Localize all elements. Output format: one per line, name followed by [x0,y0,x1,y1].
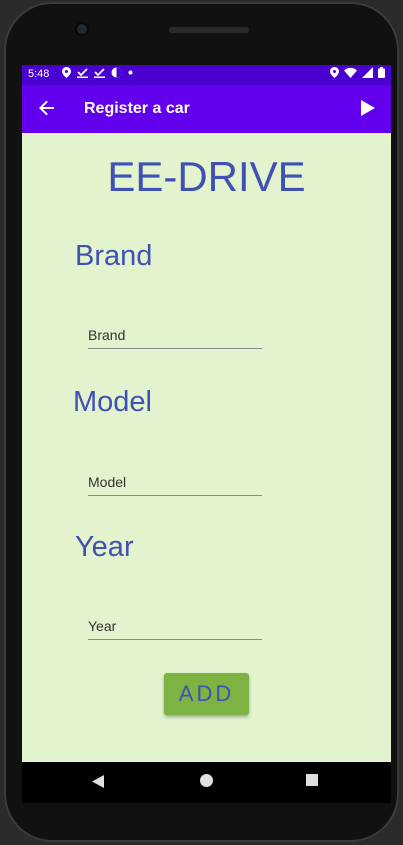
play-icon [361,100,375,116]
phone-body: 5:48 Register a car EE-DRIVE Brand Brand… [4,2,399,842]
year-field[interactable] [88,615,262,640]
signal-icon [362,67,373,78]
year-label: Year [75,531,134,563]
register-form: EE-DRIVE Brand Model Year ADD [22,133,391,762]
back-button[interactable] [34,95,60,121]
status-notification-icons [62,67,133,78]
emulator-frame: 5:48 Register a car EE-DRIVE Brand Brand… [0,0,403,845]
app-heading: EE-DRIVE [107,153,306,200]
check-download-icon [77,68,88,78]
brand-field[interactable] [88,324,262,349]
wifi-icon [344,67,357,78]
system-nav-bar [22,762,391,803]
arrow-back-icon [39,100,54,116]
check-download-icon [94,68,105,78]
brand-input[interactable] [88,324,262,346]
model-label: Model [73,386,152,418]
status-system-icons [330,67,385,78]
battery-icon [378,67,385,78]
nav-back-icon[interactable] [92,775,104,788]
model-input[interactable] [88,471,262,493]
app-bar: Register a car [22,85,391,133]
add-button[interactable]: ADD [164,673,249,715]
location-icon [330,67,339,78]
nav-home-icon[interactable] [200,774,213,787]
status-time: 5:48 [28,68,50,80]
dot-icon [128,70,133,75]
location-icon [62,67,71,78]
year-input[interactable] [88,615,262,637]
phone-screen: 5:48 Register a car EE-DRIVE Brand Brand… [22,65,391,803]
model-field[interactable] [88,471,262,496]
app-icon [111,67,122,78]
page-title: Register a car [84,100,190,117]
run-button[interactable] [357,97,379,119]
brand-label: Brand [75,240,153,272]
status-bar: 5:48 [22,65,391,85]
nav-recents-icon[interactable] [306,774,318,786]
earpiece-speaker [169,27,249,33]
front-camera [77,24,87,34]
